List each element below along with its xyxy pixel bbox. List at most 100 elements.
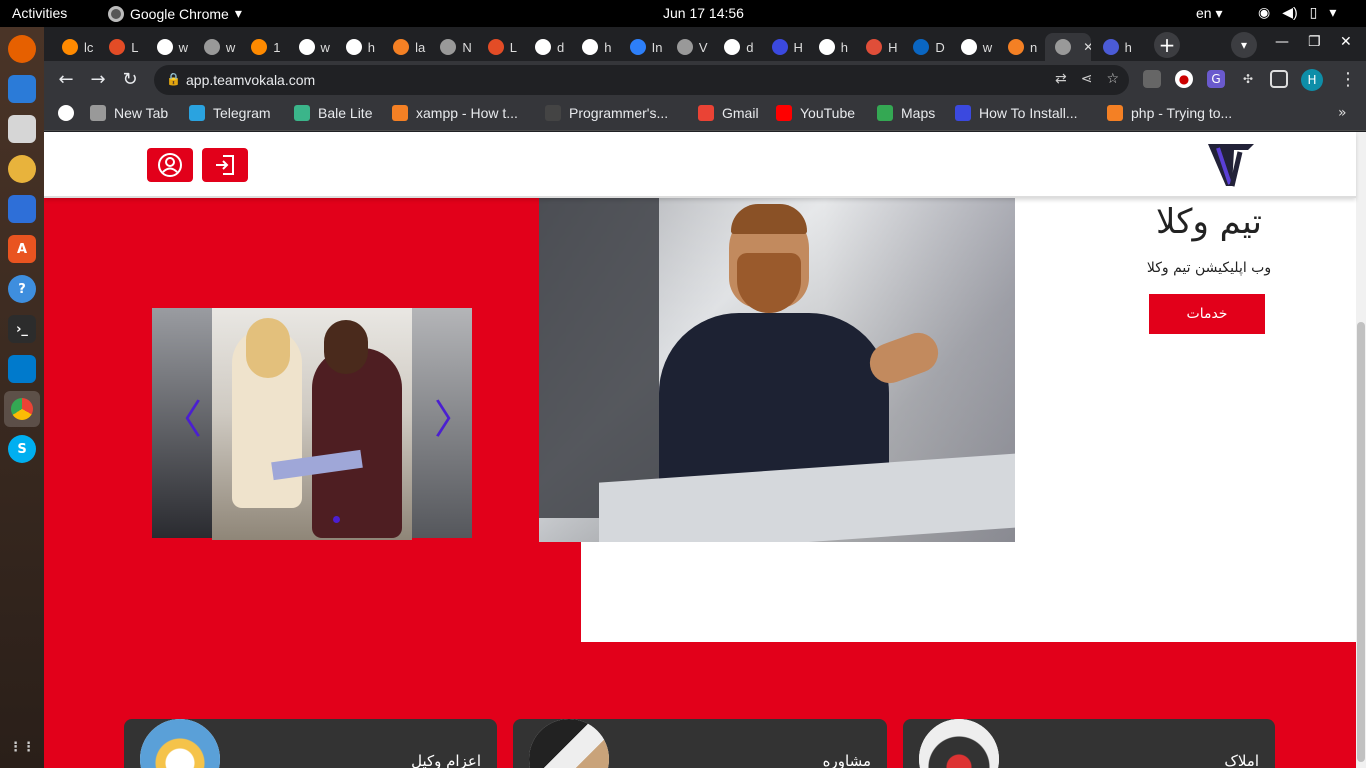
reload-icon[interactable]: ↻ — [119, 69, 141, 90]
browser-tab[interactable]: w — [194, 33, 240, 61]
browser-tab[interactable]: d — [525, 33, 571, 61]
tab-favicon-icon — [1102, 39, 1119, 55]
bookmark-item[interactable]: Programmer's... — [545, 105, 668, 121]
page-scrollbar[interactable] — [1356, 132, 1366, 768]
tab-favicon-icon — [440, 39, 457, 55]
extension-icon[interactable] — [1143, 70, 1161, 88]
tab-title: H — [793, 39, 803, 55]
terminal-icon[interactable]: ›_ — [8, 315, 36, 343]
browser-tab[interactable]: ✕ — [1045, 33, 1092, 61]
show-apps-icon[interactable]: ⋮⋮ — [8, 733, 36, 761]
firefox-icon[interactable] — [8, 35, 36, 63]
slider-pagination-dot[interactable] — [333, 516, 340, 523]
close-icon[interactable]: ✕ — [1340, 34, 1352, 50]
browser-tab[interactable]: N — [430, 33, 476, 61]
bookmark-item[interactable]: New Tab — [90, 105, 168, 121]
bookmark-label: xampp - How t... — [416, 105, 518, 121]
service-card-dispatch-lawyer[interactable]: اعزام وکیل — [124, 719, 497, 768]
bookmark-item[interactable]: xampp - How t... — [392, 105, 518, 121]
page-viewport: 〈 〉 تیم وکلا وب اپلیکیشن تیم وکلا خدمات … — [44, 132, 1366, 768]
chrome-dock-icon[interactable] — [4, 391, 40, 427]
chrome-menu-icon[interactable]: ⋮ — [1339, 69, 1357, 90]
side-panel-icon[interactable] — [1270, 70, 1288, 88]
share-icon[interactable]: ⋖ — [1081, 71, 1093, 87]
files-icon[interactable] — [8, 115, 36, 143]
tab-favicon-icon — [393, 39, 410, 55]
bookmark-item[interactable]: Bale Lite — [294, 105, 372, 121]
bookmark-favicon-icon — [294, 105, 310, 121]
bookmark-item[interactable]: Telegram — [189, 105, 271, 121]
browser-tab[interactable]: 1 — [241, 33, 287, 61]
bookmark-item[interactable]: Maps — [877, 105, 935, 121]
activities-button[interactable]: Activities — [12, 5, 67, 21]
browser-tab[interactable]: In — [620, 33, 666, 61]
tab-title: L — [509, 39, 517, 55]
browser-tab[interactable]: H — [762, 33, 808, 61]
bookmark-item[interactable]: Gmail — [698, 105, 759, 121]
clock[interactable]: Jun 17 14:56 — [663, 5, 744, 21]
skype-icon[interactable]: S — [8, 435, 36, 463]
bookmark-item[interactable]: How To Install... — [955, 105, 1078, 121]
apps-shortcut[interactable] — [58, 105, 74, 121]
maximize-icon[interactable]: ❐ — [1308, 34, 1321, 50]
browser-tab[interactable]: h — [1093, 33, 1139, 61]
browser-tab[interactable]: L — [478, 33, 524, 61]
bookmark-favicon-icon — [877, 105, 893, 121]
slider-next-arrow-icon[interactable]: 〉 — [434, 400, 472, 440]
login-icon — [216, 155, 234, 175]
service-card-consulting[interactable]: مشاوره — [513, 719, 887, 768]
vscode-icon[interactable] — [8, 355, 36, 383]
tab-search-button[interactable]: ▾ — [1231, 32, 1257, 58]
browser-tab[interactable]: V — [667, 33, 713, 61]
puzzle-icon[interactable]: ✣ — [1239, 70, 1257, 88]
bookmark-item[interactable]: YouTube — [776, 105, 855, 121]
bookmark-star-icon[interactable]: ☆ — [1106, 71, 1119, 87]
language-indicator[interactable]: en ▾ — [1196, 5, 1223, 22]
services-button[interactable]: خدمات — [1149, 294, 1265, 334]
more-bookmarks-icon[interactable]: » — [1338, 105, 1347, 121]
browser-tab[interactable]: w — [147, 33, 193, 61]
bookmark-label: New Tab — [114, 105, 169, 121]
forward-icon[interactable]: → — [87, 69, 109, 90]
browser-tab[interactable]: la — [383, 33, 429, 61]
new-tab-button[interactable]: + — [1154, 32, 1180, 58]
minimize-icon[interactable]: — — [1275, 34, 1289, 50]
bookmark-label: Programmer's... — [569, 105, 669, 121]
tab-close-icon[interactable]: ✕ — [1083, 40, 1091, 54]
browser-tab[interactable]: h — [572, 33, 618, 61]
image-slider[interactable]: 〈 〉 — [152, 308, 472, 540]
scrollbar-thumb[interactable] — [1357, 322, 1365, 762]
thunderbird-icon[interactable] — [8, 75, 36, 103]
browser-tab[interactable]: lc — [52, 33, 98, 61]
system-tray[interactable]: ◉ ◀) ▯ ▾ — [1258, 4, 1336, 21]
browser-tab[interactable]: L — [99, 33, 145, 61]
browser-tab[interactable]: D — [903, 33, 949, 61]
browser-tab[interactable]: h — [336, 33, 382, 61]
url-text[interactable]: app.teamvokala.com — [186, 72, 315, 88]
app-menu[interactable]: Google Chrome ▾ — [108, 5, 242, 22]
back-icon[interactable]: ← — [55, 69, 77, 90]
system-top-bar: Activities Google Chrome ▾ Jun 17 14:56 … — [0, 0, 1366, 27]
rhythmbox-icon[interactable] — [8, 155, 36, 183]
browser-tab[interactable]: w — [289, 33, 335, 61]
bookmark-item[interactable]: php - Trying to... — [1107, 105, 1232, 121]
help-icon[interactable]: ? — [8, 275, 36, 303]
login-button[interactable] — [202, 148, 248, 182]
translate-icon[interactable]: ⇄ — [1055, 71, 1067, 87]
profile-avatar[interactable]: H — [1301, 69, 1323, 91]
lock-icon[interactable]: 🔒 — [166, 72, 181, 86]
browser-tab[interactable]: H — [856, 33, 902, 61]
browser-tab[interactable]: d — [714, 33, 760, 61]
record-extension-icon[interactable]: ● — [1175, 70, 1193, 88]
slider-prev-arrow-icon[interactable]: 〈 — [162, 400, 202, 440]
browser-tab[interactable]: w — [951, 33, 997, 61]
browser-tab[interactable]: n — [998, 33, 1044, 61]
translate-extension-icon[interactable]: G — [1207, 70, 1225, 88]
writer-icon[interactable] — [8, 195, 36, 223]
browser-tab[interactable]: h — [809, 33, 855, 61]
address-bar[interactable]: 🔒 app.teamvokala.com ⇄ ⋖ ☆ — [154, 65, 1129, 95]
site-logo[interactable] — [1204, 138, 1258, 192]
profile-button[interactable] — [147, 148, 193, 182]
software-center-icon[interactable]: A — [8, 235, 36, 263]
service-card-property[interactable]: املاک — [903, 719, 1275, 768]
